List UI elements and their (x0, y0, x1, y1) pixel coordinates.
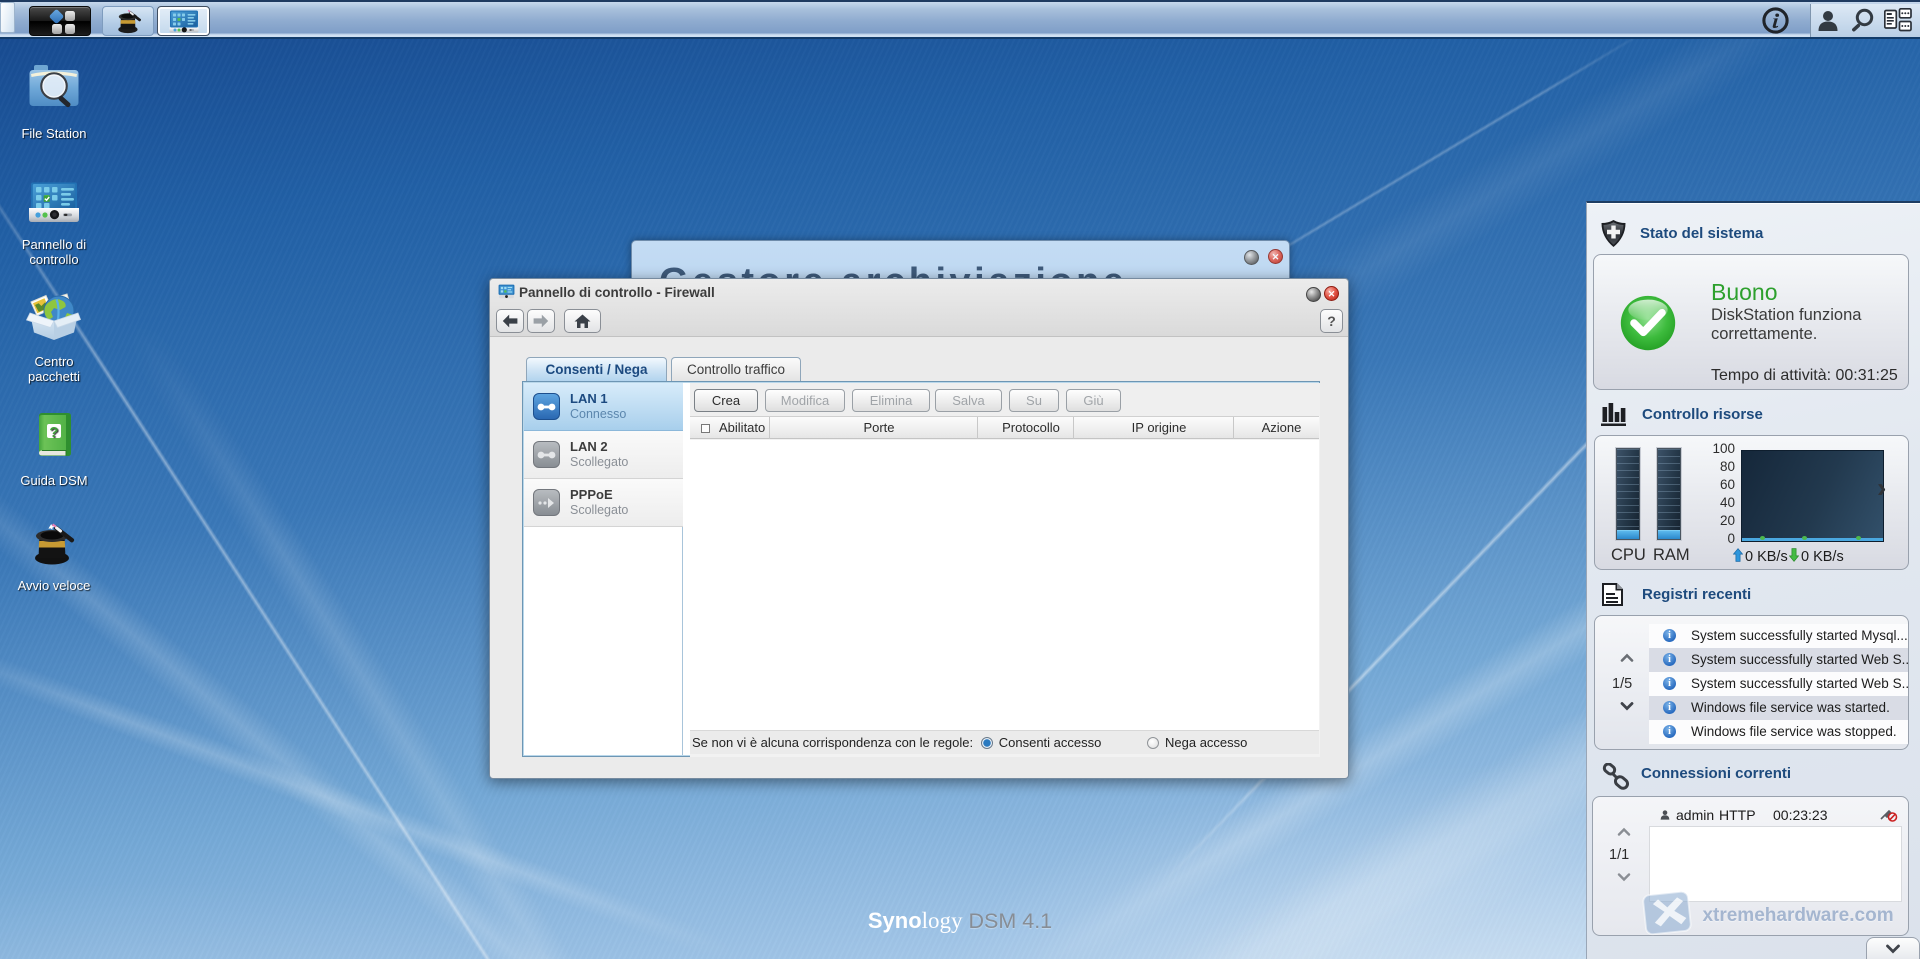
svg-text:?: ? (49, 424, 58, 441)
